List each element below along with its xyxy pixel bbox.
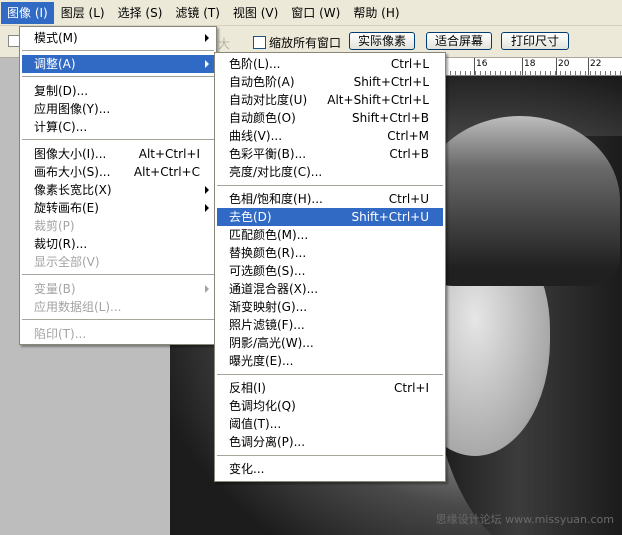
ruler-label: 22: [590, 59, 602, 69]
menu-layer[interactable]: 图层 (L): [55, 2, 111, 24]
menu-separator: [22, 319, 214, 321]
menu-item-canvas-size[interactable]: 画布大小(S)... Alt+Ctrl+C: [22, 163, 214, 181]
ruler-major-tick: [556, 58, 557, 75]
photo-bangs: [420, 116, 620, 286]
menu-item-equalize[interactable]: 色调均化(Q): [217, 397, 443, 415]
watermark-text: 思缘设计论坛 www.missyuan.com: [435, 513, 614, 526]
horizontal-ruler: 16 18 20 22: [440, 58, 622, 76]
image-menu: 模式(M) 调整(A) 复制(D)... 应用图像(Y)... 计算(C)...…: [19, 26, 217, 345]
menu-separator: [22, 76, 214, 78]
menu-item-exposure[interactable]: 曝光度(E)...: [217, 352, 443, 370]
menu-item-shadow-highlight[interactable]: 阴影/高光(W)...: [217, 334, 443, 352]
menu-item-auto-color[interactable]: 自动颜色(O) Shift+Ctrl+B: [217, 109, 443, 127]
ruler-label: 16: [476, 59, 488, 69]
zoom-all-windows-label: 缩放所有窗口: [269, 36, 342, 50]
menu-item-apply-dataset: 应用数据组(L)...: [34, 300, 122, 314]
menu-item-brightness-contrast[interactable]: 亮度/对比度(C)...: [217, 163, 443, 181]
menu-image[interactable]: 图像 (I): [1, 1, 54, 24]
menu-item-apply-image[interactable]: 应用图像(Y)...: [22, 100, 214, 118]
actual-pixels-button[interactable]: 实际像素: [349, 32, 415, 50]
menu-item-pixel-aspect[interactable]: 像素长宽比(X): [22, 181, 214, 199]
adjust-submenu: 色阶(L)... Ctrl+L 自动色阶(A) Shift+Ctrl+L 自动对比度…: [214, 52, 446, 482]
disabled-option-text: 大: [218, 37, 231, 51]
menu-item-crop: 裁剪(P): [34, 219, 75, 233]
menu-item-replace-color[interactable]: 替换颜色(R)...: [217, 244, 443, 262]
menu-item-rotate-canvas[interactable]: 旋转画布(E): [22, 199, 214, 217]
menu-item-channel-mixer[interactable]: 通道混合器(X)...: [217, 280, 443, 298]
menu-item-trim[interactable]: 裁切(R)...: [22, 235, 214, 253]
zoom-all-windows-checkbox[interactable]: [253, 36, 266, 49]
menu-item-curves[interactable]: 曲线(V)... Ctrl+M: [217, 127, 443, 145]
menu-item-invert[interactable]: 反相(I) Ctrl+I: [217, 379, 443, 397]
ruler-major-tick: [522, 58, 523, 75]
menu-item-color-balance[interactable]: 色彩平衡(B)... Ctrl+B: [217, 145, 443, 163]
fit-screen-button[interactable]: 适合屏幕: [426, 32, 492, 50]
submenu-arrow-icon: [205, 34, 209, 42]
menu-item-posterize[interactable]: 色调分离(P)...: [217, 433, 443, 451]
menu-item-trap: 陷印(T)...: [34, 327, 87, 341]
menu-item-calculate[interactable]: 计算(C)...: [22, 118, 214, 136]
menu-item-selective-color[interactable]: 可选颜色(S)...: [217, 262, 443, 280]
print-size-button[interactable]: 打印尺寸: [501, 32, 569, 50]
ruler-label: 20: [558, 59, 570, 69]
ruler-label: 18: [524, 59, 536, 69]
menu-item-duplicate[interactable]: 复制(D)...: [22, 82, 214, 100]
menu-filter[interactable]: 滤镜 (T): [169, 2, 226, 24]
menu-item-hue-saturation[interactable]: 色相/饱和度(H)... Ctrl+U: [217, 190, 443, 208]
submenu-arrow-icon: [205, 204, 209, 212]
zoom-all-windows-option[interactable]: 缩放所有窗口: [253, 34, 341, 51]
menu-separator: [217, 455, 443, 457]
submenu-arrow-icon: [205, 186, 209, 194]
menu-item-gradient-map[interactable]: 渐变映射(G)...: [217, 298, 443, 316]
menu-separator: [22, 139, 214, 141]
menu-item-variations[interactable]: 变化...: [217, 460, 443, 478]
menu-item-threshold[interactable]: 阈值(T)...: [217, 415, 443, 433]
menu-item-photo-filter[interactable]: 照片滤镜(F)...: [217, 316, 443, 334]
menu-item-auto-levels[interactable]: 自动色阶(A) Shift+Ctrl+L: [217, 73, 443, 91]
ruler-major-tick: [474, 58, 475, 75]
menu-item-levels[interactable]: 色阶(L)... Ctrl+L: [217, 55, 443, 73]
menu-item-adjust[interactable]: 调整(A): [22, 55, 214, 73]
submenu-arrow-icon: [205, 285, 209, 293]
menu-select[interactable]: 选择 (S): [112, 2, 169, 24]
submenu-arrow-icon: [205, 60, 209, 68]
menu-item-match-color[interactable]: 匹配颜色(M)...: [217, 226, 443, 244]
menu-bar: 图像 (I) 图层 (L) 选择 (S) 滤镜 (T) 视图 (V) 窗口 (W…: [0, 0, 622, 26]
ruler-major-tick: [588, 58, 589, 75]
menu-item-image-size[interactable]: 图像大小(I)... Alt+Ctrl+I: [22, 145, 214, 163]
menu-item-auto-contrast[interactable]: 自动对比度(U) Alt+Shift+Ctrl+L: [217, 91, 443, 109]
menu-window[interactable]: 窗口 (W): [285, 2, 346, 24]
menu-separator: [217, 374, 443, 376]
menu-help[interactable]: 帮助 (H): [347, 2, 405, 24]
menu-view[interactable]: 视图 (V): [227, 2, 284, 24]
menu-separator: [22, 274, 214, 276]
menu-item-variables: 变量(B): [22, 280, 214, 298]
menu-item-desaturate[interactable]: 去色(D) Shift+Ctrl+U: [217, 208, 443, 226]
menu-item-reveal-all: 显示全部(V): [34, 255, 100, 269]
menu-item-mode[interactable]: 模式(M): [22, 29, 214, 47]
menu-separator: [217, 185, 443, 187]
menu-separator: [22, 50, 214, 52]
